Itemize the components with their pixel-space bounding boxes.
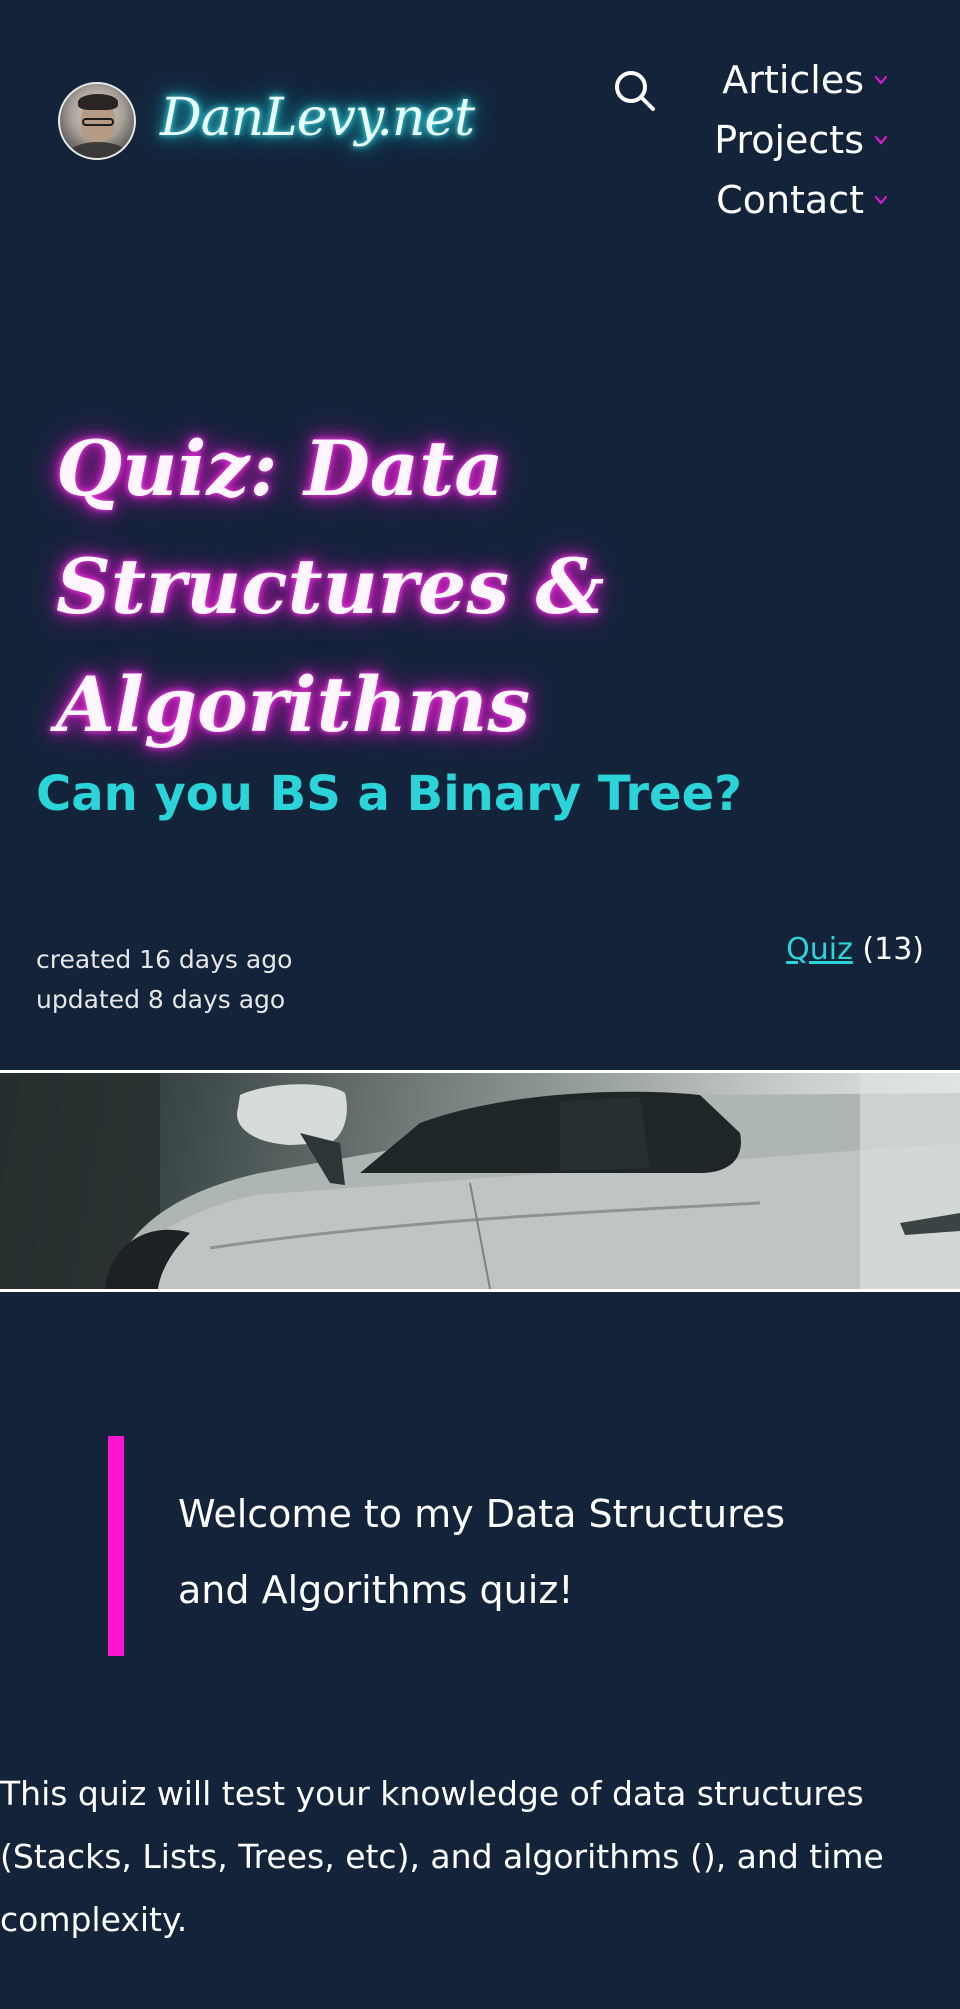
nav-item-projects[interactable]: Projects: [714, 110, 888, 170]
car-illustration: [0, 1073, 960, 1289]
nav-item-label: Articles: [722, 58, 864, 102]
chevron-down-icon: [874, 133, 888, 147]
nav-item-contact[interactable]: Contact: [716, 170, 888, 230]
nav-item-articles[interactable]: Articles: [722, 50, 888, 110]
page-title: Quiz: Data Structures & Algorithms: [56, 424, 605, 749]
car-banner-image: [0, 1070, 960, 1292]
quote-accent-bar: [108, 1436, 124, 1656]
search-button[interactable]: [610, 66, 660, 116]
quote-text: Welcome to my Data Structures and Algori…: [178, 1492, 786, 1612]
search-icon: [615, 71, 655, 111]
category-count: (13): [862, 932, 924, 967]
avatar-glasses: [82, 118, 114, 126]
nav-item-label: Projects: [714, 118, 864, 162]
page-subtitle: Can you BS a Binary Tree?: [36, 766, 742, 822]
created-date: created 16 days ago: [36, 945, 293, 974]
chevron-down-icon: [874, 193, 888, 207]
chevron-down-icon: [874, 73, 888, 87]
updated-date: updated 8 days ago: [36, 985, 286, 1014]
avatar-hair: [78, 94, 118, 110]
site-header: DanLevy.net Articles Projects Contact: [0, 0, 960, 240]
article-paragraph: This quiz will test your knowledge of da…: [0, 1774, 884, 1939]
category-link-quiz[interactable]: Quiz: [786, 932, 853, 967]
intro-quote: Welcome to my Data Structures and Algori…: [108, 1436, 868, 1656]
avatar[interactable]: [58, 82, 136, 160]
main-nav: Articles Projects Contact: [714, 50, 888, 230]
avatar-shoulders: [66, 142, 130, 158]
site-logo-link[interactable]: DanLevy.net: [160, 88, 475, 148]
nav-item-label: Contact: [716, 178, 864, 222]
post-dates: created 16 days ago updated 8 days ago: [36, 940, 292, 1020]
category-tag: Quiz (13): [786, 932, 924, 967]
